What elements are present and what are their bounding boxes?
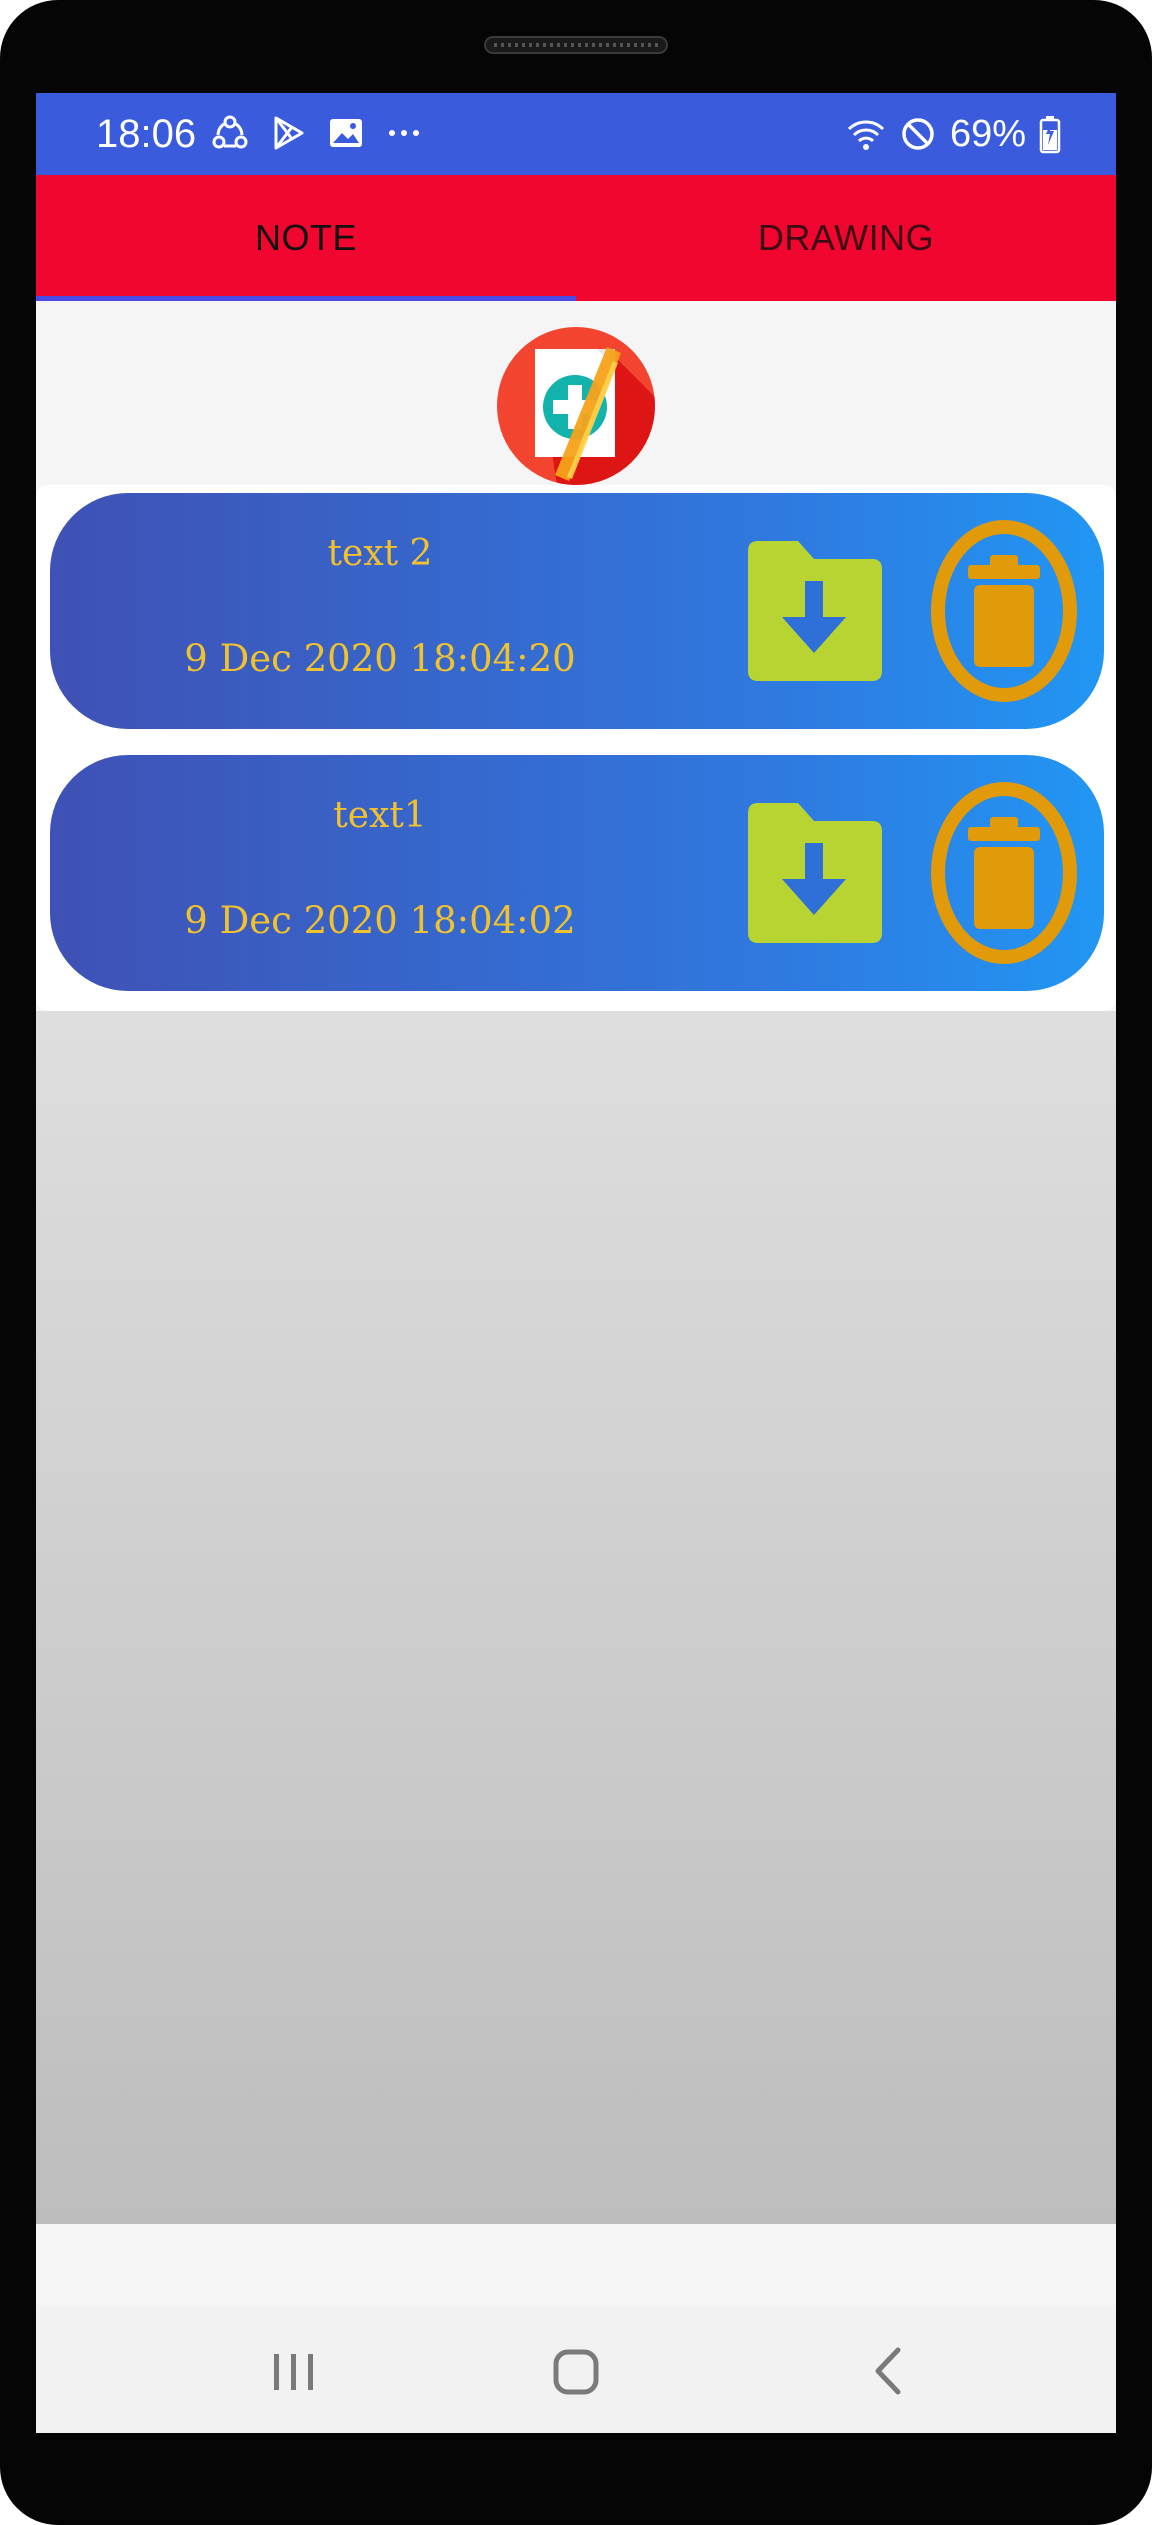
list-item[interactable]: text1 9 Dec 2020 18:04:02 bbox=[50, 755, 1104, 991]
notes-list: text 2 9 Dec 2020 18:04:20 text1 9 Dec 2… bbox=[36, 485, 1116, 1011]
system-nav-bar bbox=[36, 2306, 1116, 2433]
note-title: text 2 bbox=[327, 533, 433, 574]
delete-note-button[interactable] bbox=[930, 517, 1078, 705]
status-notification-icons bbox=[210, 113, 424, 153]
play-store-icon bbox=[274, 116, 304, 150]
home-icon[interactable] bbox=[541, 2336, 611, 2406]
back-icon[interactable] bbox=[854, 2336, 924, 2406]
battery-percent: 69% bbox=[949, 113, 1026, 155]
empty-list-area bbox=[36, 1011, 1116, 2224]
trash-icon bbox=[931, 782, 1077, 964]
tab-selected-indicator bbox=[36, 296, 576, 301]
save-note-button[interactable] bbox=[738, 799, 886, 947]
add-note-icon bbox=[535, 347, 655, 485]
recents-icon[interactable] bbox=[258, 2336, 328, 2406]
more-dots-icon bbox=[389, 130, 419, 136]
do-not-disturb-icon bbox=[902, 118, 934, 150]
folder-download-icon bbox=[748, 803, 882, 943]
tab-note[interactable]: NOTE bbox=[36, 175, 576, 301]
gallery-icon bbox=[330, 119, 362, 147]
status-time: 18:06 bbox=[96, 112, 197, 156]
add-note-button[interactable] bbox=[497, 327, 655, 485]
list-item[interactable]: text 2 9 Dec 2020 18:04:20 bbox=[50, 493, 1104, 729]
folder-download-icon bbox=[748, 541, 882, 681]
status-bar: 18:06 69% bbox=[36, 93, 1116, 175]
delete-note-button[interactable] bbox=[930, 779, 1078, 967]
earpiece-speaker bbox=[484, 36, 668, 54]
battery-charging-icon bbox=[1039, 116, 1061, 154]
save-note-button[interactable] bbox=[738, 537, 886, 685]
tab-drawing-label: DRAWING bbox=[757, 217, 935, 258]
trash-icon bbox=[931, 520, 1077, 702]
note-date: 9 Dec 2020 18:04:02 bbox=[184, 899, 576, 942]
note-date: 9 Dec 2020 18:04:20 bbox=[184, 637, 576, 680]
screen: 18:06 69% NOTE DRAWING text 2 9 Dec 2020… bbox=[36, 93, 1116, 2433]
note-title: text1 bbox=[333, 795, 427, 836]
share-icon bbox=[212, 115, 248, 149]
device-frame: 18:06 69% NOTE DRAWING text 2 9 Dec 2020… bbox=[0, 0, 1152, 2525]
tab-bar: NOTE DRAWING bbox=[36, 175, 1116, 301]
wifi-icon bbox=[847, 120, 884, 150]
tab-note-label: NOTE bbox=[254, 217, 357, 258]
status-system-icons: 69% bbox=[846, 109, 1062, 159]
tab-drawing[interactable]: DRAWING bbox=[576, 175, 1116, 301]
